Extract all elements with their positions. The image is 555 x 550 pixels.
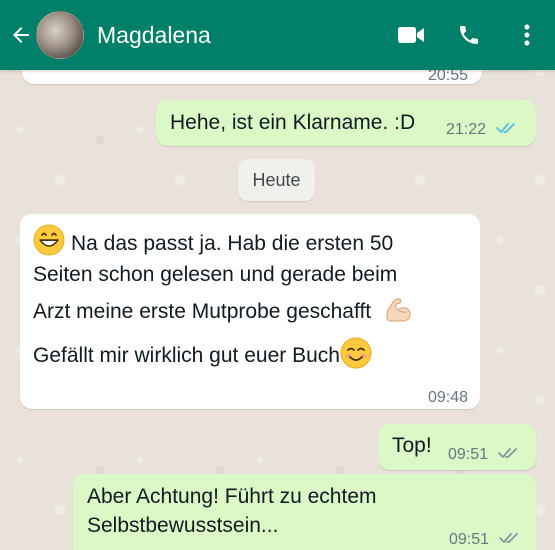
video-call-button[interactable]: [391, 15, 431, 55]
message-bubble-outgoing[interactable]: Aber Achtung! Führt zu echtem Selbstbewu…: [73, 474, 536, 550]
more-vert-icon: [524, 24, 530, 46]
message-text-line: Arzt meine erste Mutprobe geschafft: [33, 300, 372, 323]
message-time: 21:22: [446, 121, 487, 138]
video-call-icon: [398, 27, 424, 43]
chat-header: Magdalena: [0, 0, 555, 70]
flexed-biceps-icon: [386, 298, 411, 322]
message-text-line: Gefällt mir wirklich gut euer Buch: [33, 344, 340, 367]
phone-icon: [460, 26, 478, 44]
message-bubble-outgoing[interactable]: Top! 09:51: [378, 424, 536, 470]
message-time: 09:51: [448, 446, 489, 463]
contact-name[interactable]: Magdalena: [97, 22, 391, 49]
message-time: 09:48: [427, 389, 468, 406]
voice-call-button[interactable]: [449, 15, 489, 55]
message-bubble-incoming[interactable]: Na das passt ja. Hab die ersten 50 Seite…: [20, 214, 480, 409]
date-separator: Heute: [238, 159, 315, 201]
back-button[interactable]: [6, 15, 36, 55]
message-list[interactable]: 20:55 Hehe, ist ein Klarname. :D 21:22 H…: [0, 0, 555, 550]
message-text-line: Na das passt ja. Hab die ersten 50: [71, 232, 394, 255]
message-text: Hehe, ist ein Klarname. :D: [170, 111, 416, 134]
message-time: 09:51: [449, 531, 490, 548]
message-text-line: Aber Achtung! Führt zu echtem: [87, 485, 377, 508]
message-text-line: Seiten schon gelesen und gerade beim: [33, 263, 398, 286]
message-bubble-outgoing[interactable]: Hehe, ist ein Klarname. :D 21:22: [156, 100, 536, 146]
delivered-double-check-icon: [498, 533, 518, 544]
avatar[interactable]: [36, 11, 84, 59]
more-options-button[interactable]: [507, 15, 547, 55]
message-text-line: Selbstbewusstsein...: [87, 514, 279, 537]
smiling-face-icon: [340, 337, 372, 369]
message-text: Top!: [392, 434, 432, 457]
back-arrow-icon: [13, 27, 29, 43]
grinning-face-icon: [33, 224, 65, 256]
delivered-double-check-icon: [497, 448, 517, 459]
read-double-check-icon: [495, 123, 515, 134]
